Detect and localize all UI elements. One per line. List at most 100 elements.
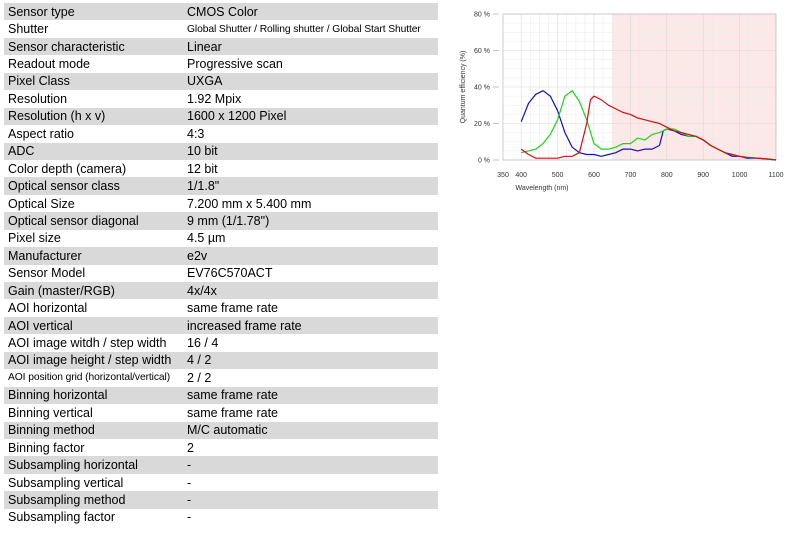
spec-label: AOI vertical	[4, 316, 183, 335]
chart-x-tick-label: 1100	[768, 172, 783, 179]
spec-value: 4:3	[183, 125, 438, 143]
spec-label: Color depth (camera)	[4, 159, 183, 178]
chart-x-tick-label: 900	[697, 172, 709, 179]
spec-label: Binning factor	[4, 438, 183, 457]
spec-row: Subsampling factor -	[4, 508, 438, 527]
spec-value: -	[183, 491, 438, 509]
spec-value: 9 mm (1/1.78")	[183, 212, 438, 230]
spec-row: Readout mode Progressive scan	[4, 55, 438, 73]
spec-label: AOI image witdh / step width	[4, 334, 183, 352]
spec-label: Binning vertical	[4, 404, 183, 422]
spec-row: Pixel Class UXGA	[4, 72, 438, 91]
spec-value: same frame rate	[183, 404, 438, 422]
spec-label: Subsampling vertical	[4, 473, 183, 492]
spec-row: Resolution (h x v) 1600 x 1200 Pixel	[4, 107, 438, 126]
spec-label: Binning method	[4, 421, 183, 439]
spec-label: Binning horizontal	[4, 386, 183, 405]
spec-label: ADC	[4, 142, 183, 160]
spec-label: Resolution (h x v)	[4, 107, 183, 126]
spec-label: Shutter	[4, 20, 183, 38]
chart-y-tick-label: 20 %	[474, 121, 490, 128]
spec-label: Resolution	[4, 90, 183, 108]
chart-y-axis-label: Quantum efficiency (%)	[460, 51, 467, 124]
spec-value: Global Shutter / Rolling shutter / Globa…	[183, 20, 438, 38]
spec-value: M/C automatic	[183, 421, 438, 439]
spec-label: AOI horizontal	[4, 299, 183, 317]
spec-value: -	[183, 508, 438, 527]
spec-row: Sensor characteristic Linear	[4, 37, 438, 56]
chart-x-tick-label: 700	[625, 172, 637, 179]
spec-row: Shutter Global Shutter / Rolling shutter …	[4, 20, 438, 38]
spec-value: 1/1.8"	[183, 177, 438, 195]
spec-row: Subsampling vertical -	[4, 473, 438, 492]
spec-row: Subsampling horizontal -	[4, 456, 438, 474]
spec-value: same frame rate	[183, 386, 438, 405]
spec-value: Linear	[183, 37, 438, 56]
spec-label: Manufacturer	[4, 247, 183, 265]
spec-label: Optical sensor diagonal	[4, 212, 183, 230]
spec-value: 2	[183, 438, 438, 457]
chart-x-axis-label: Wavelength (nm)	[515, 185, 568, 192]
spec-value: 1.92 Mpix	[183, 90, 438, 108]
quantum-efficiency-chart: 350 400 500 600 700 800 900 1000 1100 0 % 20 % 40 %…	[460, 12, 784, 193]
spec-row: Manufacturer e2v	[4, 247, 438, 265]
spec-value: EV76C570ACT	[183, 264, 438, 282]
spec-label: Pixel Class	[4, 72, 183, 91]
spec-value: 7.200 mm x 5.400 mm	[183, 194, 438, 213]
spec-value: 4x/4x	[183, 282, 438, 300]
spec-row: AOI horizontal same frame rate	[4, 299, 438, 317]
spec-label: Optical Size	[4, 194, 183, 213]
spec-label: Sensor Model	[4, 264, 183, 282]
spec-value: 10 bit	[183, 142, 438, 160]
spec-label: Subsampling factor	[4, 508, 183, 527]
specification-table: Sensor type CMOS Color Shutter Global Shutt…	[4, 3, 438, 527]
spec-label: Subsampling horizontal	[4, 456, 183, 474]
spec-row: Optical sensor diagonal 9 mm (1/1.78")	[4, 212, 438, 230]
spec-value: Progressive scan	[183, 55, 438, 73]
spec-value: -	[183, 456, 438, 474]
chart-y-tick-label: 80 %	[474, 12, 490, 19]
spec-row: Binning horizontal same frame rate	[4, 386, 438, 405]
spec-row: Color depth (camera) 12 bit	[4, 159, 438, 178]
chart-x-tick-label: 800	[661, 172, 673, 179]
spec-row: Sensor type CMOS Color	[4, 3, 438, 21]
spec-row: Binning method M/C automatic	[4, 421, 438, 439]
spec-row: AOI image height / step width 4 / 2	[4, 351, 438, 370]
spec-value: CMOS Color	[183, 3, 438, 21]
spec-value: -	[183, 473, 438, 492]
spec-value: e2v	[183, 247, 438, 265]
spec-row: Sensor Model EV76C570ACT	[4, 264, 438, 282]
chart-x-tick-label: 350	[497, 172, 509, 179]
spec-row: Gain (master/RGB) 4x/4x	[4, 282, 438, 300]
spec-row: Binning factor 2	[4, 438, 438, 457]
chart-y-tick-label: 0 %	[478, 158, 490, 165]
spec-row: Binning vertical same frame rate	[4, 404, 438, 422]
spec-row: AOI position grid (horizontal/vertical) 2…	[4, 369, 438, 387]
spec-label: Gain (master/RGB)	[4, 282, 183, 300]
spec-row: Aspect ratio 4:3	[4, 125, 438, 143]
chart-x-tick-label: 1000	[732, 172, 748, 179]
spec-row: ADC 10 bit	[4, 142, 438, 160]
chart-x-tick-label: 600	[588, 172, 600, 179]
chart-x-tick-label: 500	[552, 172, 564, 179]
spec-row: Pixel size 4.5 µm	[4, 229, 438, 248]
specification-rows: Sensor type CMOS Color Shutter Global Shutt…	[4, 3, 438, 527]
spec-value: 4 / 2	[183, 351, 438, 370]
spec-label: Pixel size	[4, 229, 183, 248]
spec-row: Subsampling method -	[4, 491, 438, 509]
chart-y-tick-label: 60 %	[474, 48, 490, 55]
spec-row: Resolution 1.92 Mpix	[4, 90, 438, 108]
spec-row: Optical sensor class 1/1.8"	[4, 177, 438, 195]
spec-value: 1600 x 1200 Pixel	[183, 107, 438, 126]
chart-y-tick-label: 40 %	[474, 85, 490, 92]
spec-value: 12 bit	[183, 159, 438, 178]
spec-row: AOI vertical increased frame rate	[4, 316, 438, 335]
spec-label: Aspect ratio	[4, 125, 183, 143]
spec-label: Sensor characteristic	[4, 37, 183, 56]
spec-label: Sensor type	[4, 3, 183, 21]
spec-label: AOI position grid (horizontal/vertical)	[4, 369, 183, 387]
spec-label: Subsampling method	[4, 491, 183, 509]
spec-label: Readout mode	[4, 55, 183, 73]
spec-value: UXGA	[183, 72, 438, 91]
spec-value: 16 / 4	[183, 334, 438, 352]
